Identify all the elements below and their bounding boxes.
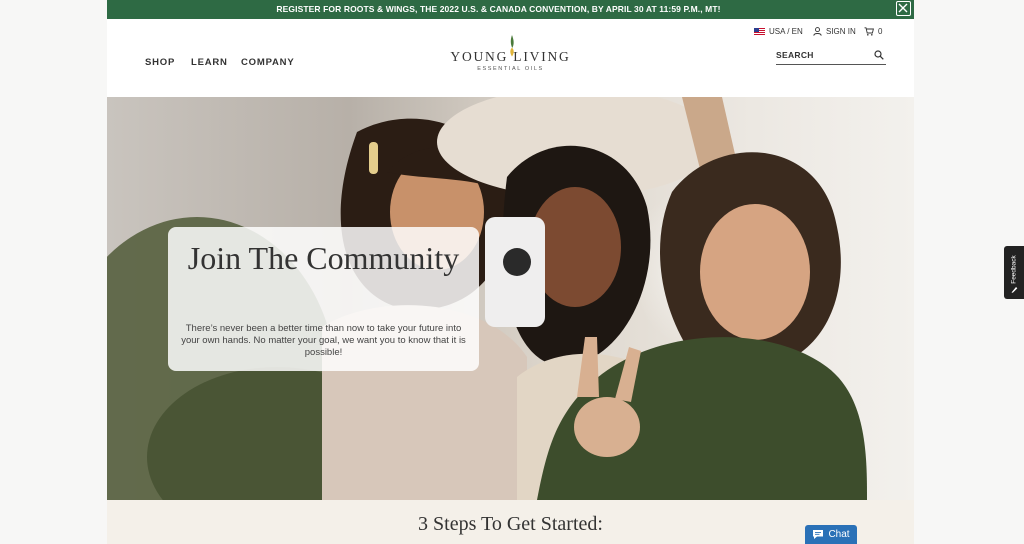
logo-tagline: ESSENTIAL OILS xyxy=(477,66,544,72)
sign-in-label: SIGN IN xyxy=(826,27,856,36)
us-flag-icon xyxy=(754,28,765,35)
sign-in-link[interactable]: SIGN IN xyxy=(813,27,856,36)
hero-title: Join The Community xyxy=(187,240,460,276)
page-gutter-left xyxy=(0,0,107,544)
cart-button[interactable]: 0 xyxy=(864,27,882,36)
nav-shop[interactable]: SHOP xyxy=(145,57,175,68)
logo-wordmark: YOUNG LIVING xyxy=(450,49,571,64)
nav-company[interactable]: COMPANY xyxy=(241,57,294,68)
steps-section: 3 Steps To Get Started: xyxy=(107,500,914,544)
user-icon xyxy=(813,27,822,36)
search-icon[interactable] xyxy=(874,50,884,60)
chat-bubble-icon xyxy=(813,530,824,539)
steps-heading: 3 Steps To Get Started: xyxy=(418,513,603,535)
feedback-icon xyxy=(1011,287,1018,293)
cart-icon xyxy=(864,27,874,36)
site-header: USA / EN SIGN IN 0 SHOP LEARN COMPANY YO… xyxy=(107,19,914,97)
hero-description: There’s never been a better time than no… xyxy=(181,323,466,358)
locale-selector[interactable]: USA / EN xyxy=(754,27,803,36)
feedback-tab[interactable]: Feedback xyxy=(1004,246,1024,299)
search-input[interactable]: SEARCH xyxy=(776,48,886,65)
chat-button[interactable]: Chat xyxy=(805,525,857,544)
hero-text-card: Join The Community There’s never been a … xyxy=(168,227,479,371)
young-living-logo[interactable]: YOUNG LIVING ESSENTIAL OILS xyxy=(443,33,578,79)
search-placeholder: SEARCH xyxy=(776,50,814,60)
promo-banner[interactable]: REGISTER FOR ROOTS & WINGS, THE 2022 U.S… xyxy=(107,0,914,19)
nav-learn[interactable]: LEARN xyxy=(191,57,228,68)
locale-label: USA / EN xyxy=(769,27,803,36)
promo-banner-text[interactable]: REGISTER FOR ROOTS & WINGS, THE 2022 U.S… xyxy=(107,0,890,19)
close-icon[interactable] xyxy=(896,1,911,16)
hero-banner: Join The Community There’s never been a … xyxy=(107,97,914,500)
cart-count: 0 xyxy=(878,27,883,36)
chat-label: Chat xyxy=(828,529,850,540)
